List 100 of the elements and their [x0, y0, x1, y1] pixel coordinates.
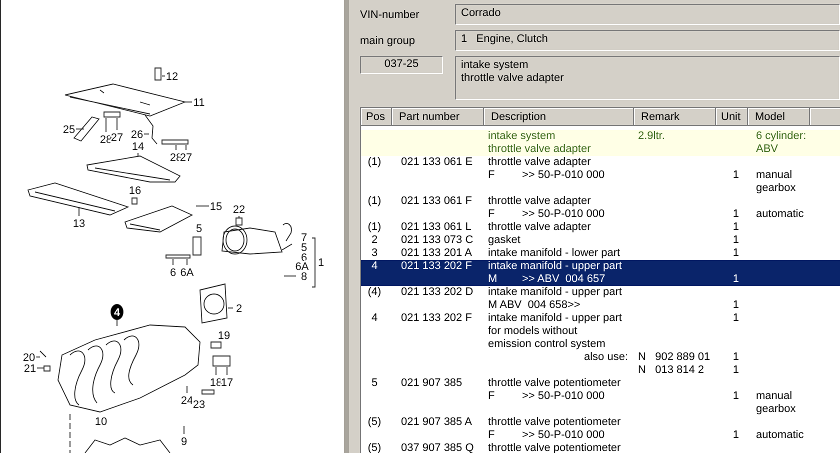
column-header[interactable]: Pos: [361, 108, 392, 126]
callout-number[interactable]: 19: [218, 330, 230, 342]
table-cell-text: automatic: [755, 208, 805, 221]
callout-number[interactable]: 27: [180, 152, 192, 164]
table-cell-text: 037 907 385 Q: [400, 442, 475, 453]
table-cell: for models without: [488, 325, 578, 338]
table-cell-text: automatic: [755, 429, 805, 442]
table-cell-text: 021 133 201 A: [400, 247, 473, 260]
table-cell-text: 1: [732, 312, 740, 325]
callout-number[interactable]: 15: [210, 201, 222, 213]
callout-number[interactable]: 17: [220, 377, 234, 389]
table-row[interactable]: (5) 037 907 385 Q throttle valve potentiometer: [361, 442, 840, 453]
table-row[interactable]: 3 021 133 201 A intake manifold - lower part 1: [361, 247, 840, 260]
table-cell: intake manifold - upper part: [488, 260, 622, 273]
callout-number[interactable]: 13: [72, 218, 86, 230]
table-cell-text: 021 133 073 C: [400, 234, 474, 247]
sensor-drawing: [192, 236, 202, 256]
table-cell-text: (1): [366, 156, 382, 169]
column-header[interactable]: Unit: [716, 108, 748, 126]
table-cell-text: M: [488, 273, 498, 286]
table-cell-text: 1: [732, 364, 740, 377]
callout-number[interactable]: 24: [180, 395, 194, 407]
description-field[interactable]: intake system throttle valve adapter: [455, 56, 840, 100]
text-field[interactable]: 1 Engine, Clutch: [455, 30, 840, 51]
column-header[interactable]: Part number: [392, 108, 484, 126]
table-row[interactable]: 4 021 133 202 F intake manifold - upper part M >> ABV 004 657 1: [361, 260, 840, 286]
callout-number[interactable]: 6: [170, 267, 176, 279]
hose-drawing: [212, 356, 230, 366]
table-cell-text: N 902 889 01: [637, 351, 712, 364]
table-cell-text: 021 133 202 F: [400, 260, 473, 273]
table-cell-text: (5): [366, 442, 382, 453]
callout-number[interactable]: 25: [62, 124, 76, 136]
callout-number[interactable]: 1: [318, 257, 324, 269]
table-cell: throttle valve potentiometer: [488, 377, 621, 390]
table-cell-text: F: [488, 208, 496, 221]
leader-line: [116, 320, 118, 326]
range-text: >> 50-P-010 000: [522, 390, 605, 403]
table-row[interactable]: intake system 2.9ltr. 6 cylinder: throttle valve adapter ABV: [361, 130, 840, 156]
clip-drawing: [132, 198, 138, 204]
table-cell: throttle valve potentiometer: [488, 442, 621, 453]
hose-drawing: [210, 342, 222, 348]
bracket-line: [312, 238, 316, 288]
callout-number[interactable]: 20: [22, 352, 36, 364]
callout-number[interactable]: 26: [130, 129, 144, 141]
column-header[interactable]: Description: [484, 108, 634, 126]
leader-line: [78, 206, 80, 216]
table-cell-text: 1: [732, 169, 740, 182]
table-cell-text: (1): [366, 195, 382, 208]
table-cell-text: 021 133 061 E: [400, 156, 474, 169]
text-field[interactable]: Corrado: [455, 4, 840, 25]
nut-drawing: [104, 112, 120, 118]
callout-number[interactable]: 23: [192, 399, 206, 411]
table-row[interactable]: (1) 021 133 061 L throttle valve adapter 1: [361, 221, 840, 234]
gasket-drawing: [200, 284, 228, 324]
table-cell-text: manual: [755, 169, 794, 182]
callout-number[interactable]: 14: [132, 141, 144, 153]
table-cell-text: 1: [732, 351, 740, 364]
table-cell-text: N 013 814 2: [637, 364, 706, 377]
nut-drawing: [44, 366, 50, 372]
callout-number[interactable]: 8: [300, 271, 308, 283]
table-cell-text: 2.9ltr.: [637, 130, 666, 143]
field-label: VIN-number: [360, 8, 420, 20]
callout-badge[interactable]: 4: [110, 304, 124, 320]
range-text: >> 50-P-010 000: [522, 208, 605, 221]
callout-number[interactable]: 21: [24, 363, 36, 375]
callout-number[interactable]: 2: [236, 303, 242, 315]
callout-number[interactable]: 22: [232, 204, 246, 216]
table-cell: intake manifold - upper part: [488, 286, 622, 299]
group-code-field[interactable]: 037-25: [360, 56, 443, 74]
callout-number[interactable]: 27: [110, 132, 124, 144]
table-cell-text: gearbox: [755, 403, 797, 416]
callout-number[interactable]: 11: [193, 97, 205, 109]
table-cell-text: 021 133 202 F: [400, 312, 473, 325]
column-header[interactable]: Model: [748, 108, 810, 126]
table-cell: throttle valve adapter: [488, 143, 591, 156]
table-cell-text: 1: [732, 208, 740, 221]
table-cell-text: 1: [732, 221, 740, 234]
callout-number[interactable]: 6A: [180, 267, 194, 279]
callout-number[interactable]: 5: [196, 223, 202, 235]
screw-drawing: [202, 390, 214, 394]
table-cell-text: 2: [370, 234, 379, 247]
leader-line: [116, 118, 118, 130]
table-cell-text: ABV: [755, 143, 780, 156]
table-cell: intake manifold - lower part: [488, 247, 620, 260]
callout-number[interactable]: 9: [180, 436, 188, 448]
column-header[interactable]: Remark: [634, 108, 716, 126]
callout-number[interactable]: 10: [94, 416, 108, 428]
callout-number[interactable]: 5: [300, 242, 308, 254]
callout-number[interactable]: 7: [300, 232, 308, 244]
table-cell-text: 021 133 061 F: [400, 195, 473, 208]
table-cell-text: 021 907 385: [400, 377, 464, 390]
leader-line: [172, 258, 174, 266]
table-cell-text: 1: [732, 234, 740, 247]
leader-line: [76, 128, 84, 130]
table-row[interactable]: 2 021 133 073 C gasket 1: [361, 234, 840, 247]
table-cell-text: 4: [370, 260, 379, 273]
callout-number[interactable]: 12: [166, 71, 178, 83]
range-text: >> 50-P-010 000: [522, 169, 605, 182]
callout-number[interactable]: 16: [128, 185, 142, 197]
callout-number[interactable]: 6A: [295, 261, 309, 273]
